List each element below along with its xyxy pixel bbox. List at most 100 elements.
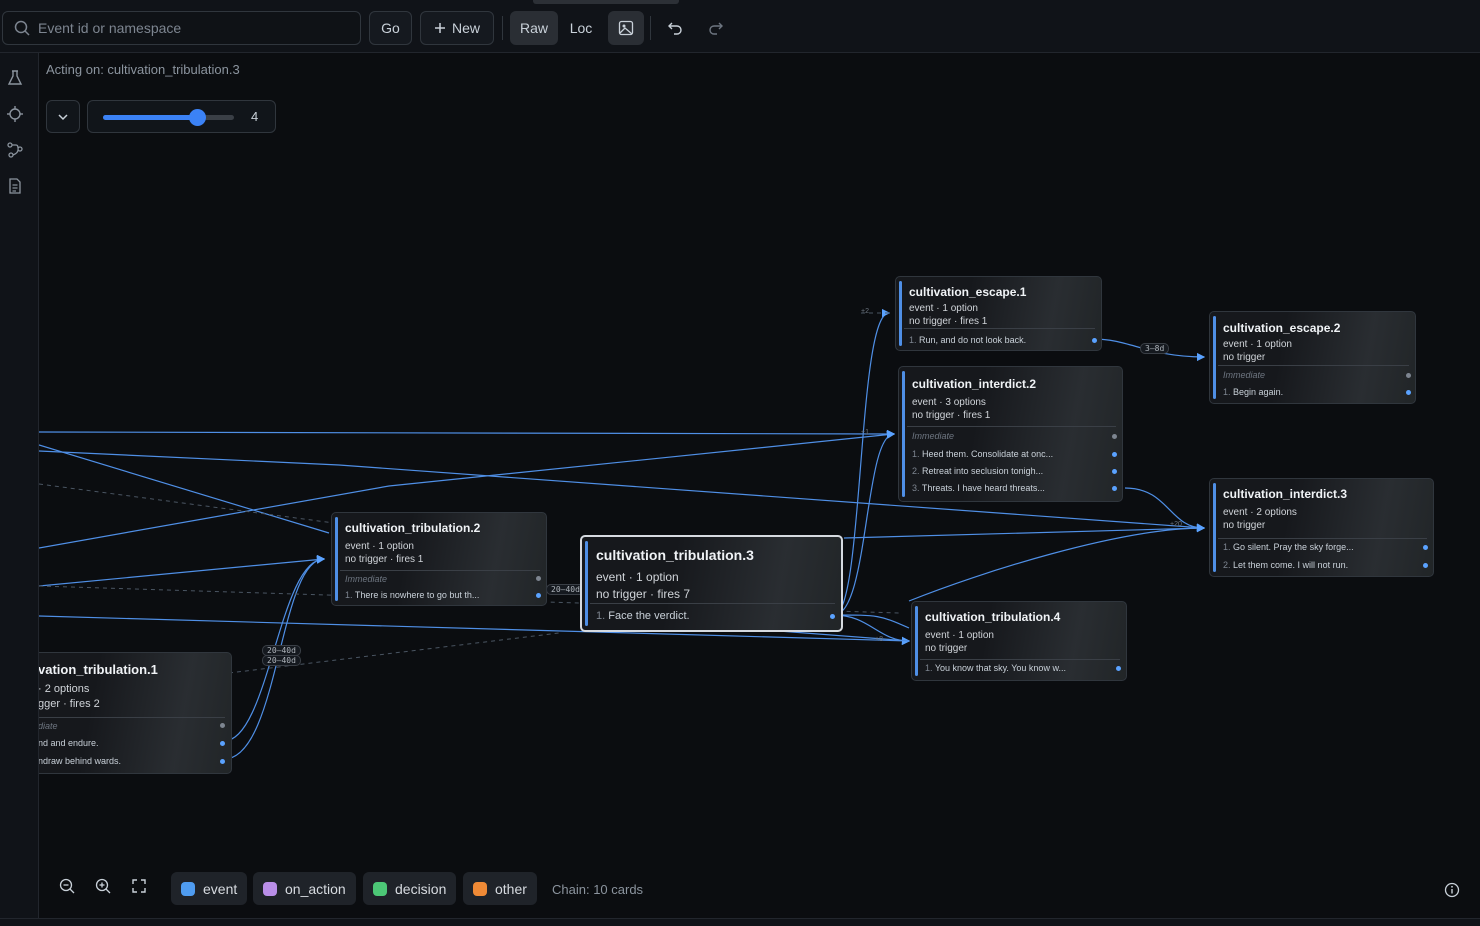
image-toggle-button[interactable] — [608, 11, 644, 45]
search-box[interactable] — [2, 11, 361, 45]
search-input[interactable] — [38, 20, 338, 36]
card-option[interactable]: 1. Begin again. — [1223, 387, 1283, 397]
zoom-out-button[interactable] — [56, 875, 78, 897]
legend-label: on_action — [285, 880, 346, 897]
new-button[interactable]: New — [420, 11, 494, 45]
event-card-escape-2[interactable]: cultivation_escape.2 event · 1 option no… — [1209, 311, 1416, 404]
edge-weight: +2 — [861, 308, 869, 315]
redo-button[interactable] — [699, 11, 733, 45]
option-port[interactable] — [1112, 486, 1117, 491]
option-port[interactable] — [830, 614, 835, 619]
card-option[interactable]: 1. Heed them. Consolidate at onc... — [912, 449, 1053, 459]
option-port[interactable] — [1112, 452, 1117, 457]
search-icon — [14, 20, 30, 36]
crosshair-icon[interactable] — [6, 105, 24, 123]
edge-label-delay: 20–40d — [262, 655, 301, 666]
zoom-in-icon — [95, 878, 111, 894]
event-card-interdict-2[interactable]: cultivation_interdict.2 event · 3 option… — [898, 366, 1123, 502]
toolbar-divider — [502, 16, 503, 40]
immediate-port[interactable] — [220, 723, 225, 728]
option-port[interactable] — [220, 741, 225, 746]
card-trigger: no trigger — [1223, 520, 1266, 531]
card-option[interactable]: 1. Run, and do not look back. — [909, 335, 1026, 345]
immediate-label: diate — [39, 721, 58, 731]
card-trigger: no trigger · fires 1 — [909, 316, 988, 327]
immediate-port[interactable] — [536, 576, 541, 581]
loc-label: Loc — [569, 20, 593, 36]
card-meta: event · 2 options — [1223, 507, 1297, 518]
card-option[interactable]: 1. You know that sky. You know w... — [925, 663, 1066, 673]
card-title: cultivation_interdict.2 — [912, 377, 1037, 391]
edge — [1124, 487, 1206, 533]
fit-screen-button[interactable] — [128, 875, 150, 897]
card-trigger: no trigger · fires 7 — [596, 587, 691, 601]
immediate-label: Immediate — [912, 431, 955, 441]
card-trigger: no trigger · fires 1 — [345, 554, 424, 565]
card-meta: event · 3 options — [912, 397, 986, 408]
undo-button[interactable] — [658, 11, 692, 45]
card-option[interactable]: ndraw behind wards. — [39, 756, 121, 766]
top-toolbar: Go New Raw Loc — [0, 0, 1480, 53]
immediate-port[interactable] — [1112, 434, 1117, 439]
edge — [39, 429, 896, 439]
event-card-tribulation-3-selected[interactable]: cultivation_tribulation.3 event · 1 opti… — [580, 535, 843, 632]
legend-swatch-event — [181, 881, 195, 896]
option-port[interactable] — [1406, 390, 1411, 395]
option-port[interactable] — [1116, 666, 1121, 671]
option-port[interactable] — [536, 593, 541, 598]
edge-weight: +1 — [861, 429, 869, 436]
immediate-port[interactable] — [1406, 373, 1411, 378]
card-trigger: no trigger — [925, 643, 968, 654]
card-option[interactable]: nd and endure. — [39, 738, 99, 748]
event-card-tribulation-1[interactable]: vation_tribulation.1 · 2 options gger · … — [39, 652, 232, 774]
legend-decision[interactable]: decision — [363, 872, 457, 905]
legend-label: event — [203, 880, 238, 897]
edge — [39, 555, 326, 587]
option-port[interactable] — [1112, 469, 1117, 474]
legend-swatch-decision — [373, 881, 387, 896]
card-option[interactable]: 3. Threats. I have heard threats... — [912, 483, 1045, 493]
legend-other[interactable]: other — [463, 872, 537, 905]
card-option[interactable]: 1. There is nowhere to go but th... — [345, 590, 479, 600]
edge — [833, 614, 910, 629]
card-option[interactable]: 2. Retreat into seclusion tonigh... — [912, 466, 1043, 476]
card-option[interactable]: 1. Go silent. Pray the sky forge... — [1223, 542, 1354, 552]
undo-icon — [668, 22, 682, 35]
drag-handle[interactable] — [533, 0, 679, 4]
raw-toggle[interactable]: Raw — [510, 11, 558, 45]
document-icon[interactable] — [6, 177, 24, 195]
zoom-out-icon — [59, 878, 75, 894]
legend-event[interactable]: event — [171, 872, 248, 905]
immediate-label: Immediate — [345, 574, 388, 584]
option-port[interactable] — [1423, 545, 1428, 550]
option-port[interactable] — [220, 759, 225, 764]
status-strip — [0, 918, 1480, 926]
event-card-tribulation-4[interactable]: cultivation_tribulation.4 event · 1 opti… — [911, 601, 1127, 681]
card-title: cultivation_tribulation.3 — [596, 547, 754, 563]
plus-icon — [434, 23, 445, 33]
event-card-escape-1[interactable]: cultivation_escape.1 event · 1 option no… — [895, 276, 1102, 351]
card-title: cultivation_escape.1 — [909, 285, 1027, 299]
legend-swatch-other — [473, 881, 487, 896]
card-trigger: gger · fires 2 — [39, 698, 100, 710]
event-card-interdict-3[interactable]: cultivation_interdict.3 event · 2 option… — [1209, 478, 1434, 577]
edge-label-delay: 3–8d — [1140, 343, 1170, 354]
graph-icon[interactable] — [6, 141, 24, 159]
card-title: vation_tribulation.1 — [39, 662, 158, 677]
option-port[interactable] — [1423, 563, 1428, 568]
edge — [833, 614, 911, 646]
loc-toggle[interactable]: Loc — [560, 11, 602, 45]
legend-on-action[interactable]: on_action — [253, 872, 356, 905]
option-port[interactable] — [1092, 338, 1097, 343]
flask-icon[interactable] — [6, 69, 24, 87]
info-button[interactable] — [1444, 882, 1460, 903]
card-option[interactable]: 2. Let them come. I will not run. — [1223, 560, 1348, 570]
go-button[interactable]: Go — [369, 11, 412, 45]
event-card-tribulation-2[interactable]: cultivation_tribulation.2 event · 1 opti… — [331, 512, 547, 606]
card-title: cultivation_tribulation.4 — [925, 610, 1061, 624]
graph-canvas[interactable]: Acting on: cultivation_tribulation.3 4 3… — [39, 53, 1480, 918]
card-option[interactable]: 1. Face the verdict. — [596, 610, 690, 622]
zoom-in-button[interactable] — [92, 875, 114, 897]
toolbar-divider — [650, 16, 651, 40]
immediate-label: Immediate — [1223, 370, 1266, 380]
